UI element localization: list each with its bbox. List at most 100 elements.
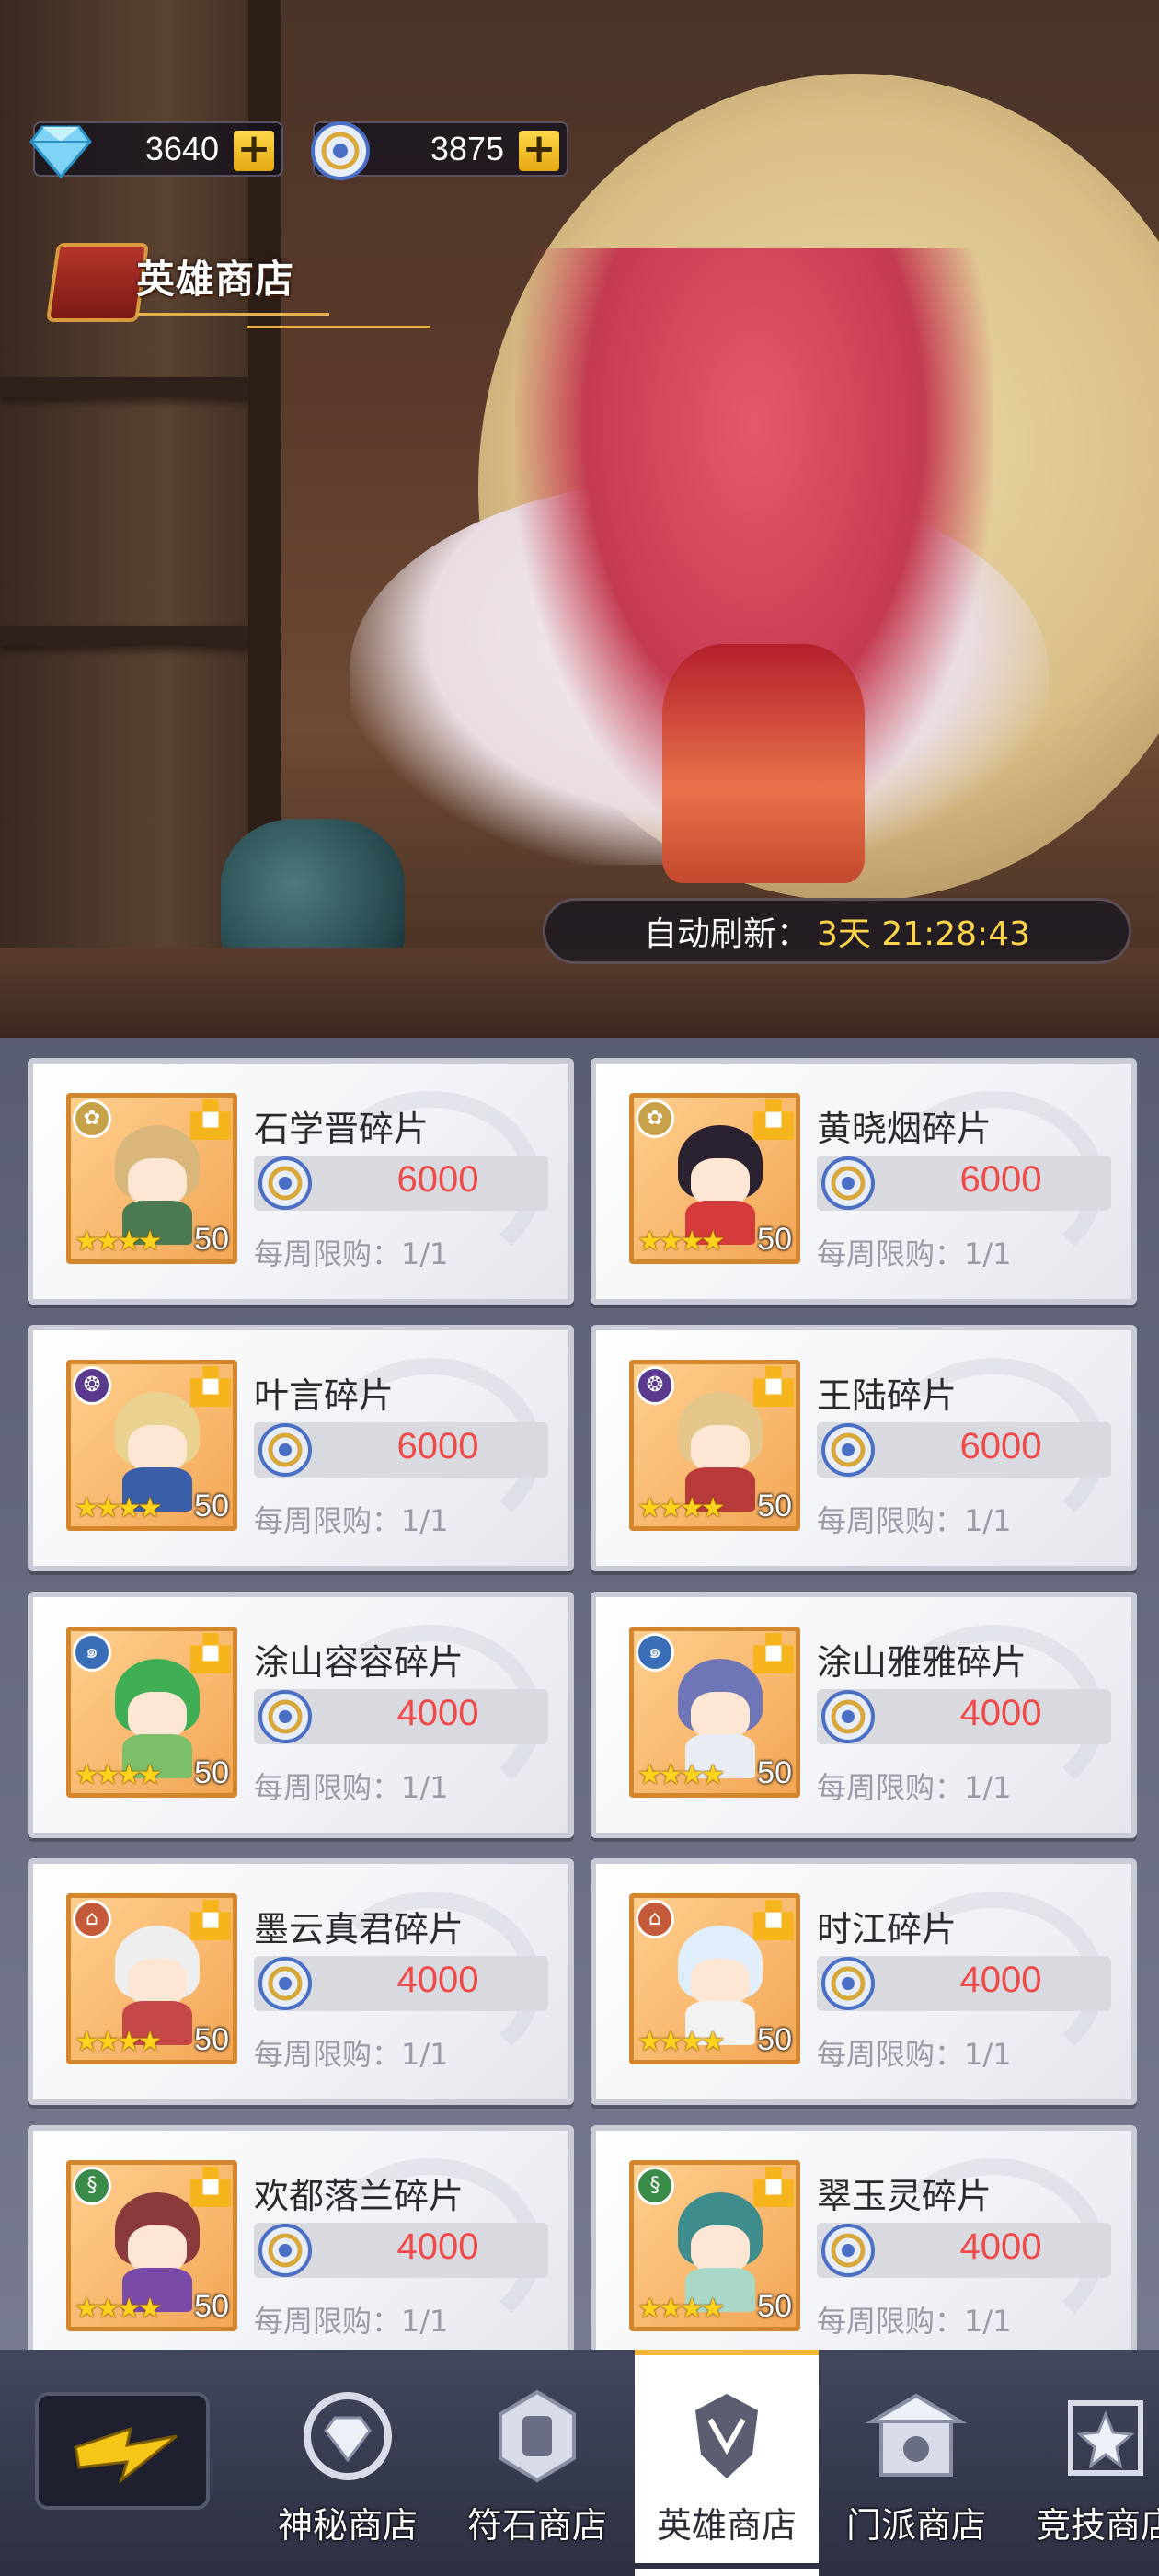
title-underline	[136, 313, 329, 316]
shard-count: 50	[194, 2022, 229, 2057]
shop-item-card[interactable]: ⌂ ▪ ★★★★ 50 时江碎片 4000 每周限购：1/1	[591, 1858, 1137, 2105]
lotus-icon: ✿	[73, 1099, 111, 1138]
tab-arena[interactable]: 竞技商店	[1014, 2350, 1159, 2576]
item-price: 4000	[396, 1960, 479, 2000]
diamond-amount: 3640	[144, 130, 219, 167]
shop-item-card[interactable]: ๑ ▪ ★★★★ 50 涂山容容碎片 4000 每周限购：1/1	[28, 1592, 574, 1838]
shop-item-card[interactable]: § ▪ ★★★★ 50 欢都落兰碎片 4000 每周限购：1/1	[28, 2125, 574, 2350]
item-name: 欢都落兰碎片	[254, 2176, 465, 2216]
puzzle-piece-icon: ▪	[753, 1099, 794, 1140]
hero-portrait: ๑ ▪ ★★★★ 50	[629, 1627, 800, 1798]
shard-count: 50	[194, 1222, 229, 1257]
star-rating: ★★★★	[637, 2293, 726, 2325]
shard-count: 50	[757, 2022, 792, 2057]
coin-icon	[258, 1423, 312, 1477]
shop-emblem-icon	[45, 243, 150, 322]
item-name: 石学晋碎片	[254, 1109, 430, 1149]
hero-portrait: ❂ ▪ ★★★★ 50	[66, 1360, 237, 1531]
star-rating: ★★★★	[637, 1759, 726, 1791]
item-price: 4000	[959, 2226, 1042, 2267]
hero-face	[691, 1692, 750, 1740]
shard-count: 50	[194, 2289, 229, 2324]
coin-icon	[258, 1690, 312, 1743]
tab-label: 竞技商店	[1035, 2505, 1159, 2546]
shop-item-card[interactable]: ๑ ▪ ★★★★ 50 涂山雅雅碎片 4000 每周限购：1/1	[591, 1592, 1137, 1838]
shop-title: 英雄商店	[44, 237, 430, 348]
weekly-limit: 每周限购：1/1	[817, 1503, 1012, 1538]
puzzle-piece-icon: ▪	[190, 1099, 231, 1140]
shard-count: 50	[757, 1222, 792, 1257]
shop-item-card[interactable]: ✿ ▪ ★★★★ 50 黄晓烟碎片 6000 每周限购：1/1	[591, 1058, 1137, 1305]
coin-icon	[311, 121, 370, 180]
tab-hero-crest[interactable]: 英雄商店	[635, 2350, 819, 2576]
dna-icon: §	[73, 2167, 111, 2205]
shop-item-card[interactable]: § ▪ ★★★★ 50 翠玉灵碎片 4000 每周限购：1/1	[591, 2125, 1137, 2350]
puzzle-piece-icon: ▪	[190, 2167, 231, 2207]
add-coin-button[interactable]: +	[519, 129, 559, 171]
gate-icon	[865, 2393, 968, 2477]
coin-icon	[821, 1690, 875, 1743]
item-name: 涂山雅雅碎片	[817, 1642, 1027, 1683]
hero-portrait: § ▪ ★★★★ 50	[66, 2160, 237, 2331]
shelf	[0, 377, 276, 397]
shopkeeper-skirt	[662, 644, 865, 883]
lightning-back-icon	[74, 2426, 178, 2485]
shard-count: 50	[757, 1755, 792, 1790]
puzzle-piece-icon: ▪	[753, 2167, 794, 2207]
hero-face	[128, 1425, 187, 1473]
flame-icon: ❂	[73, 1366, 111, 1405]
hero-portrait: ✿ ▪ ★★★★ 50	[66, 1093, 237, 1264]
shop-item-card[interactable]: ✿ ▪ ★★★★ 50 石学晋碎片 6000 每周限购：1/1	[28, 1058, 574, 1305]
weekly-limit: 每周限购：1/1	[817, 2037, 1012, 2072]
item-name: 黄晓烟碎片	[817, 1109, 993, 1149]
star-rating: ★★★★	[637, 2026, 726, 2058]
coin-icon	[258, 1156, 312, 1210]
puzzle-piece-icon: ▪	[190, 1366, 231, 1407]
weekly-limit: 每周限购：1/1	[254, 2037, 449, 2072]
shelf	[0, 626, 276, 646]
coin-icon	[821, 1957, 875, 2010]
shard-count: 50	[757, 2289, 792, 2324]
swirl-icon: ๑	[636, 1633, 674, 1672]
coin-icon	[821, 2224, 875, 2277]
star-rating: ★★★★	[75, 2026, 163, 2058]
coin-icon	[821, 1423, 875, 1477]
item-name: 涂山容容碎片	[254, 1642, 465, 1683]
item-name: 叶言碎片	[254, 1375, 395, 1416]
puzzle-piece-icon: ▪	[753, 1900, 794, 1940]
item-name: 墨云真君碎片	[254, 1909, 465, 1949]
tab-label: 符石商店	[466, 2505, 607, 2546]
tab-label: 神秘商店	[277, 2505, 418, 2546]
puzzle-piece-icon: ▪	[753, 1366, 794, 1407]
tab-label: 英雄商店	[656, 2505, 797, 2546]
item-price: 4000	[396, 1693, 479, 1733]
shard-count: 50	[194, 1489, 229, 1524]
item-price: 6000	[396, 1426, 479, 1466]
diamond-icon	[29, 125, 92, 179]
refresh-label: 自动刷新：	[643, 915, 809, 953]
back-button[interactable]	[35, 2392, 210, 2510]
weekly-limit: 每周限购：1/1	[254, 1236, 449, 1271]
item-price: 6000	[959, 1426, 1042, 1466]
title-underline	[247, 326, 430, 328]
hero-face	[128, 1692, 187, 1740]
hero-face	[691, 2225, 750, 2273]
tab-gate[interactable]: 门派商店	[824, 2350, 1008, 2576]
tab-rune-stone[interactable]: 符石商店	[445, 2350, 629, 2576]
active-tab-underline	[635, 2563, 819, 2569]
coin-icon	[258, 2224, 312, 2277]
hero-face	[128, 2225, 187, 2273]
add-diamond-button[interactable]: +	[234, 129, 274, 171]
hero-portrait: ✿ ▪ ★★★★ 50	[629, 1093, 800, 1264]
shop-item-card[interactable]: ❂ ▪ ★★★★ 50 叶言碎片 6000 每周限购：1/1	[28, 1325, 574, 1571]
item-price: 4000	[959, 1693, 1042, 1733]
shop-item-card[interactable]: ❂ ▪ ★★★★ 50 王陆碎片 6000 每周限购：1/1	[591, 1325, 1137, 1571]
weekly-limit: 每周限购：1/1	[817, 1770, 1012, 1805]
hero-crest-icon	[695, 2394, 758, 2478]
puzzle-piece-icon: ▪	[190, 1900, 231, 1940]
hero-portrait: ❂ ▪ ★★★★ 50	[629, 1360, 800, 1531]
shop-item-card[interactable]: ⌂ ▪ ★★★★ 50 墨云真君碎片 4000 每周限购：1/1	[28, 1858, 574, 2105]
hero-portrait: ⌂ ▪ ★★★★ 50	[629, 1893, 800, 2064]
tab-diamond-emblem[interactable]: 神秘商店	[256, 2350, 440, 2576]
flame-icon: ❂	[636, 1366, 674, 1405]
